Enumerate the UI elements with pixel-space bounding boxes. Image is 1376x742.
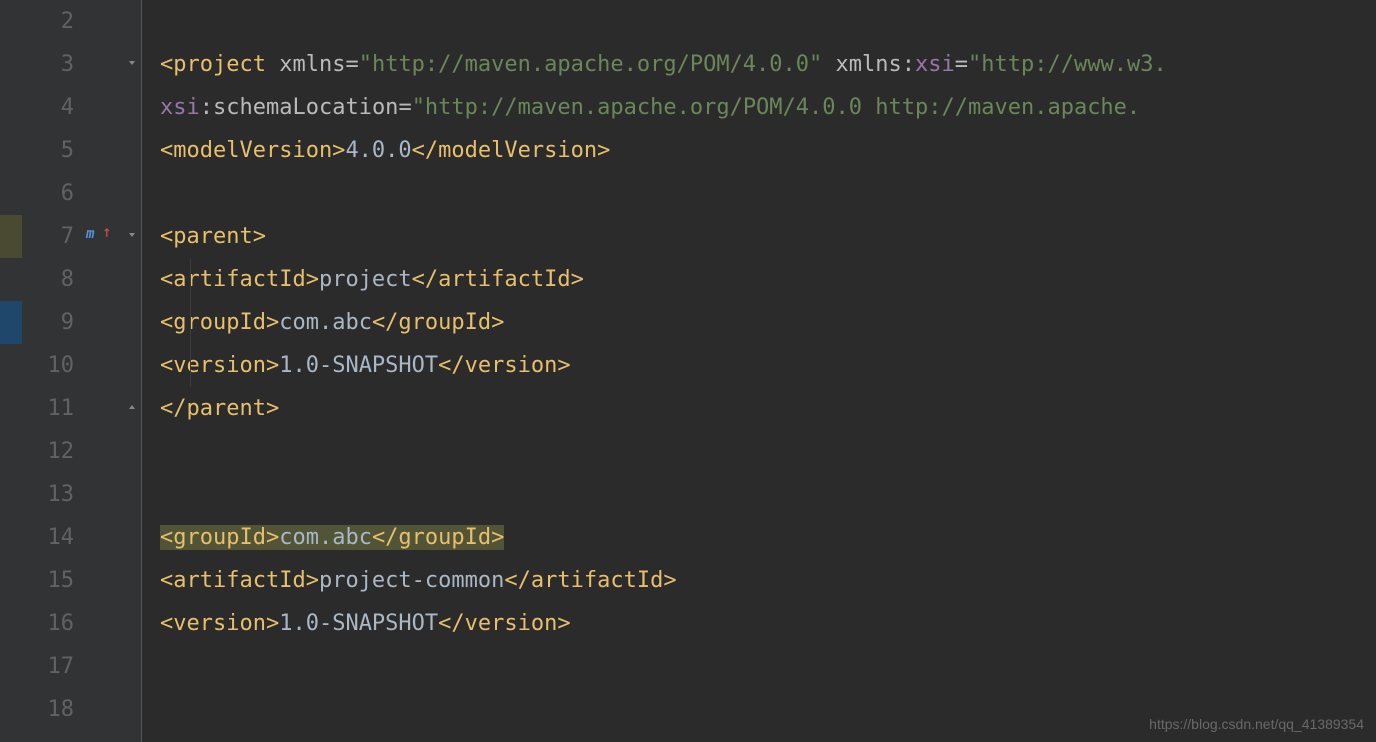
line-number[interactable]: 9 <box>22 301 82 344</box>
change-marker <box>0 215 22 258</box>
code-line[interactable]: <version>1.0-SNAPSHOT</version> <box>160 602 1376 645</box>
xml-tag: <modelVersion> <box>160 138 345 163</box>
code-line[interactable] <box>160 172 1376 215</box>
xml-string: "http://maven.apache.org/POM/4.0.0" <box>359 52 823 77</box>
equals: = <box>345 52 358 77</box>
xml-text: 4.0.0 <box>345 138 411 163</box>
code-line[interactable] <box>160 0 1376 43</box>
code-line[interactable]: <groupId>com.abc</groupId> <box>160 301 1376 344</box>
xml-tag: <parent> <box>160 224 266 249</box>
maven-arrow-icon[interactable]: ↑ <box>102 222 112 241</box>
code-line[interactable] <box>160 430 1376 473</box>
xml-text: com.abc <box>279 525 372 550</box>
space <box>266 52 279 77</box>
code-line[interactable]: <groupId>com.abc</groupId> <box>160 516 1376 559</box>
xml-tag: </parent> <box>160 396 279 421</box>
xml-tag: <version> <box>160 611 279 636</box>
fold-collapse-icon[interactable] <box>125 228 139 242</box>
line-number[interactable]: 11 <box>22 387 82 430</box>
xml-tag: </artifactId> <box>412 267 584 292</box>
code-line[interactable] <box>160 473 1376 516</box>
code-line[interactable]: <artifactId>project-common</artifactId> <box>160 559 1376 602</box>
xml-string: "http://www.w3. <box>968 52 1167 77</box>
xml-text: com.abc <box>279 310 372 335</box>
xml-text: project-common <box>319 568 504 593</box>
line-number[interactable]: 17 <box>22 645 82 688</box>
equals: = <box>955 52 968 77</box>
code-line[interactable]: <project xmlns="http://maven.apache.org/… <box>160 43 1376 86</box>
line-number-gutter: 2 3 4 5 6 7 8 9 10 11 12 13 14 15 16 17 … <box>22 0 82 742</box>
code-line[interactable]: <version>1.0-SNAPSHOT</version> <box>160 344 1376 387</box>
colon: : <box>200 95 213 120</box>
xml-tag: </artifactId> <box>504 568 676 593</box>
code-line[interactable]: <artifactId>project</artifactId> <box>160 258 1376 301</box>
xml-text: project <box>319 267 412 292</box>
line-number[interactable]: 6 <box>22 172 82 215</box>
xml-tag: <groupId> <box>160 310 279 335</box>
line-number[interactable]: 3 <box>22 43 82 86</box>
indent-guide <box>190 258 191 387</box>
xml-ns: xsi <box>160 95 200 120</box>
marker-bar <box>0 0 22 742</box>
line-number[interactable]: 7 <box>22 215 82 258</box>
equals: = <box>398 95 411 120</box>
xml-tag: <version> <box>160 353 279 378</box>
watermark-text: https://blog.csdn.net/qq_41389354 <box>1149 716 1364 732</box>
xml-tag: <artifactId> <box>160 267 319 292</box>
xml-attr: xmlns <box>279 52 345 77</box>
line-number[interactable]: 13 <box>22 473 82 516</box>
xml-tag: <groupId> <box>160 525 279 550</box>
xml-text: 1.0-SNAPSHOT <box>279 611 438 636</box>
xml-attr: schemaLocation <box>213 95 398 120</box>
space <box>822 52 835 77</box>
xml-ns: xsi <box>915 52 955 77</box>
maven-icon[interactable]: m <box>86 226 94 242</box>
xml-tag: </modelVersion> <box>412 138 611 163</box>
line-number[interactable]: 10 <box>22 344 82 387</box>
line-number[interactable]: 14 <box>22 516 82 559</box>
line-number[interactable]: 18 <box>22 688 82 731</box>
code-line[interactable]: <parent> <box>160 215 1376 258</box>
xml-tag: </version> <box>438 353 570 378</box>
xml-tag: <artifactId> <box>160 568 319 593</box>
code-content[interactable]: <project xmlns="http://maven.apache.org/… <box>142 0 1376 742</box>
line-number[interactable]: 4 <box>22 86 82 129</box>
colon: : <box>902 52 915 77</box>
xml-text: 1.0-SNAPSHOT <box>279 353 438 378</box>
line-number[interactable]: 12 <box>22 430 82 473</box>
change-marker <box>0 301 22 344</box>
line-number[interactable]: 16 <box>22 602 82 645</box>
code-line[interactable]: xsi:schemaLocation="http://maven.apache.… <box>160 86 1376 129</box>
xml-string: "http://maven.apache.org/POM/4.0.0 http:… <box>412 95 1140 120</box>
line-number[interactable]: 8 <box>22 258 82 301</box>
xml-tag: </version> <box>438 611 570 636</box>
code-line[interactable]: </parent> <box>160 387 1376 430</box>
icon-gutter: m ↑ <box>82 0 122 742</box>
xml-attr: xmlns <box>836 52 902 77</box>
line-number[interactable]: 2 <box>22 0 82 43</box>
code-line[interactable]: <modelVersion>4.0.0</modelVersion> <box>160 129 1376 172</box>
fold-expand-icon[interactable] <box>125 400 139 414</box>
xml-tag: </groupId> <box>372 310 504 335</box>
highlighted-code: <groupId>com.abc</groupId> <box>160 525 504 550</box>
code-editor: 2 3 4 5 6 7 8 9 10 11 12 13 14 15 16 17 … <box>0 0 1376 742</box>
fold-collapse-icon[interactable] <box>125 56 139 70</box>
line-number[interactable]: 15 <box>22 559 82 602</box>
xml-tag: <project <box>160 52 266 77</box>
code-line[interactable] <box>160 645 1376 688</box>
xml-tag: </groupId> <box>372 525 504 550</box>
line-number[interactable]: 5 <box>22 129 82 172</box>
fold-gutter <box>122 0 142 742</box>
